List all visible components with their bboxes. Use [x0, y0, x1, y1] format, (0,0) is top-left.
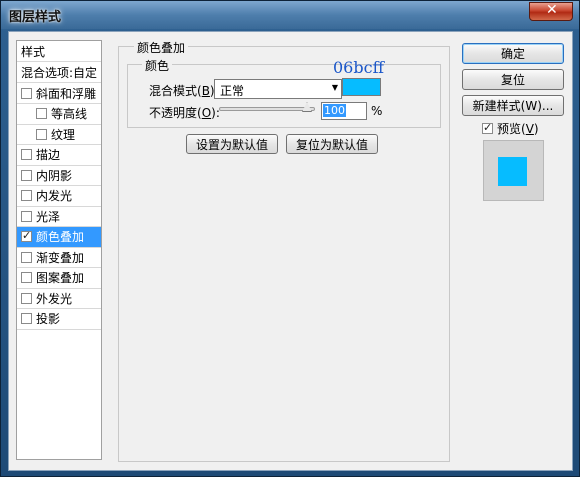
- style-item-label: 纹理: [51, 127, 76, 142]
- blend-options-item[interactable]: 混合选项:自定: [17, 62, 101, 83]
- style-item[interactable]: 图案叠加: [17, 268, 101, 289]
- style-item[interactable]: 内发光: [17, 186, 101, 207]
- preview-checkbox-row[interactable]: 预览(V): [482, 120, 539, 137]
- style-item[interactable]: 内阴影: [17, 165, 101, 186]
- set-default-label: 设置为默认值: [195, 137, 268, 152]
- title-bar[interactable]: 图层样式 ✕: [1, 1, 579, 29]
- style-item-label: 描边: [36, 148, 61, 162]
- style-item[interactable]: 颜色叠加: [17, 226, 101, 248]
- opacity-label: 不透明度(O):: [149, 106, 220, 120]
- reset-default-button[interactable]: 复位为默认值: [286, 134, 378, 154]
- style-item-checkbox[interactable]: [21, 87, 32, 99]
- style-item-label: 外发光: [36, 291, 73, 306]
- window-title: 图层样式: [9, 10, 62, 25]
- style-item-checkbox[interactable]: [21, 292, 32, 304]
- styles-list: 样式 混合选项:自定 斜面和浮雕等高线纹理描边内阴影内发光光泽颜色叠加渐变叠加图…: [16, 40, 102, 460]
- styles-header[interactable]: 样式: [17, 41, 101, 62]
- overlay-color-swatch[interactable]: [342, 78, 381, 96]
- hex-annotation: 06bcff: [333, 58, 384, 77]
- style-item-checkbox[interactable]: [36, 108, 47, 119]
- style-item[interactable]: 投影: [17, 309, 101, 330]
- style-item-checkbox[interactable]: [21, 210, 32, 222]
- color-subgroup-title: 颜色: [142, 57, 173, 74]
- reset-label: 复位: [500, 73, 525, 87]
- opacity-value: 100: [323, 104, 346, 117]
- style-item[interactable]: 外发光: [17, 288, 101, 309]
- opacity-input[interactable]: 100: [321, 102, 367, 120]
- style-preview: [483, 140, 544, 201]
- new-style-button[interactable]: 新建样式(W)...: [462, 95, 564, 116]
- close-icon: ✕: [546, 2, 558, 18]
- reset-button[interactable]: 复位: [462, 69, 564, 90]
- ok-button[interactable]: 确定: [462, 43, 564, 64]
- opacity-unit: %: [371, 104, 383, 118]
- style-item[interactable]: 纹理: [17, 124, 101, 145]
- blend-options-label: 混合选项:自定: [21, 65, 98, 80]
- preview-checkbox[interactable]: [482, 121, 493, 134]
- style-item-label: 投影: [36, 312, 61, 326]
- new-style-label: 新建样式(W)...: [472, 99, 554, 113]
- style-item[interactable]: 光泽: [17, 206, 101, 227]
- opacity-slider-track[interactable]: [219, 107, 315, 111]
- style-item-label: 等高线: [51, 107, 88, 121]
- blend-mode-select[interactable]: 正常 ▼: [214, 79, 342, 99]
- close-button[interactable]: ✕: [529, 2, 573, 21]
- layer-style-dialog: 图层样式 ✕ 样式 混合选项:自定 斜面和浮雕等高线纹理描边内阴影内发光光泽颜色…: [0, 0, 580, 477]
- style-item-label: 图案叠加: [36, 271, 85, 285]
- dialog-client-area: 样式 混合选项:自定 斜面和浮雕等高线纹理描边内阴影内发光光泽颜色叠加渐变叠加图…: [8, 31, 573, 471]
- color-overlay-title: 颜色叠加: [134, 39, 189, 56]
- style-item[interactable]: 渐变叠加: [17, 247, 101, 268]
- blend-mode-value: 正常: [220, 84, 245, 98]
- style-item-label: 斜面和浮雕: [36, 86, 97, 101]
- style-item[interactable]: 描边: [17, 145, 101, 166]
- style-item-label: 内阴影: [36, 168, 73, 183]
- style-item-checkbox[interactable]: [21, 190, 32, 201]
- style-item-checkbox[interactable]: [21, 169, 32, 181]
- blend-mode-label: 混合模式(B):: [149, 84, 219, 98]
- chevron-down-icon: ▼: [331, 83, 338, 92]
- style-item-label: 光泽: [36, 209, 61, 224]
- style-item-checkbox[interactable]: [36, 128, 47, 140]
- style-item-label: 颜色叠加: [36, 230, 85, 244]
- styles-header-label: 样式: [21, 44, 46, 59]
- style-item-checkbox[interactable]: [21, 251, 32, 263]
- reset-default-label: 复位为默认值: [295, 137, 368, 152]
- preview-swatch: [498, 157, 527, 186]
- style-item-checkbox[interactable]: [21, 313, 32, 324]
- style-item-checkbox[interactable]: [21, 229, 32, 242]
- style-item-label: 渐变叠加: [36, 250, 85, 265]
- ok-label: 确定: [500, 47, 525, 61]
- style-item[interactable]: 等高线: [17, 104, 101, 125]
- set-default-button[interactable]: 设置为默认值: [186, 134, 278, 154]
- style-item[interactable]: 斜面和浮雕: [17, 83, 101, 104]
- style-item-checkbox[interactable]: [21, 272, 32, 283]
- style-item-checkbox[interactable]: [21, 149, 32, 160]
- style-item-label: 内发光: [36, 189, 73, 203]
